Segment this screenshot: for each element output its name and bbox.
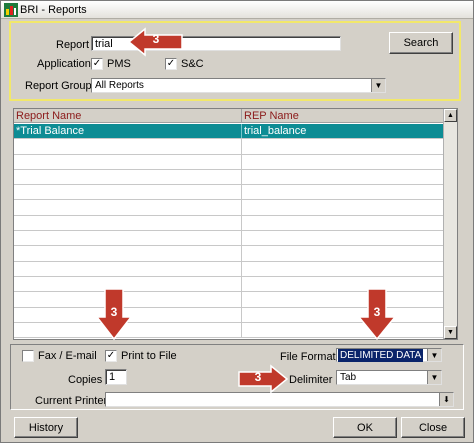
cell-report-name	[14, 200, 242, 215]
cell-report-name	[14, 139, 242, 154]
close-button[interactable]: Close	[401, 417, 465, 438]
callout-number: 3	[110, 305, 118, 319]
delimiter-select[interactable]: Tab ▼	[336, 370, 442, 385]
cell-report-name	[14, 231, 242, 246]
cell-rep-name	[242, 231, 444, 245]
pms-label: PMS	[107, 58, 131, 70]
cell-rep-name	[242, 170, 444, 184]
print-to-file-label: Print to File	[121, 350, 177, 362]
cell-report-name	[14, 261, 242, 276]
table-row[interactable]	[14, 139, 444, 155]
cell-rep-name	[242, 155, 444, 169]
window-title: BRI - Reports	[20, 4, 87, 16]
file-format-select[interactable]: DELIMITED DATA ▼	[336, 348, 442, 362]
table-row[interactable]	[14, 215, 444, 232]
cell-rep-name	[242, 200, 444, 214]
title-bar[interactable]: BRI - Reports	[1, 1, 473, 19]
fax-email-checkbox[interactable]	[22, 350, 34, 362]
table-row[interactable]: *Trial Balance trial_balance	[14, 124, 444, 140]
cell-rep-name	[242, 308, 444, 322]
cell-rep-name	[242, 277, 444, 291]
cell-rep-name	[242, 262, 444, 276]
grid-scrollbar[interactable]: ▲ ▼	[443, 109, 457, 339]
reports-window: BRI - Reports Report Search Application …	[0, 0, 474, 443]
chevron-down-icon[interactable]: ▼	[427, 349, 441, 361]
table-row[interactable]	[14, 246, 444, 262]
copies-input[interactable]	[105, 369, 127, 385]
report-group-label: Report Group	[25, 80, 92, 92]
table-row[interactable]	[14, 261, 444, 277]
report-group-value: All Reports	[95, 80, 144, 91]
scroll-down-icon[interactable]: ▼	[444, 326, 457, 339]
application-label: Application	[37, 58, 91, 70]
cell-rep-name	[242, 292, 444, 306]
app-icon	[4, 3, 18, 17]
delimiter-label: Delimiter	[289, 374, 333, 386]
scroll-up-icon[interactable]: ▲	[444, 109, 457, 122]
cell-rep-name	[242, 216, 444, 230]
pms-checkbox[interactable]: ✓	[91, 58, 103, 70]
sc-checkbox[interactable]: ✓	[165, 58, 177, 70]
column-header-report-name[interactable]: Report Name	[14, 109, 242, 123]
table-row[interactable]	[14, 154, 444, 170]
cell-report-name: *Trial Balance	[14, 124, 242, 139]
fax-email-label: Fax / E-mail	[38, 350, 97, 362]
cell-report-name	[14, 169, 242, 185]
current-printer-select[interactable]: ⬇	[105, 392, 454, 407]
table-row[interactable]	[14, 200, 444, 216]
callout-number: 3	[254, 370, 262, 384]
cell-rep-name	[242, 185, 444, 199]
cell-rep-name: trial_balance	[244, 125, 307, 137]
report-group-select[interactable]: All Reports ▼	[91, 78, 386, 93]
delimiter-value: Tab	[340, 372, 357, 383]
callout-number: 3	[152, 32, 160, 46]
cell-report-name	[14, 246, 242, 261]
grid-header: Report Name REP Name	[14, 109, 444, 123]
cell-rep-name	[242, 139, 444, 153]
ok-button[interactable]: OK	[333, 417, 397, 438]
search-button-label: Search	[403, 37, 439, 49]
ok-button-label: OK	[357, 422, 373, 434]
cell-report-name	[14, 154, 242, 169]
cell-rep-name	[242, 246, 444, 260]
file-format-label: File Format	[280, 351, 336, 363]
download-arrow-icon[interactable]: ⬇	[439, 393, 453, 406]
print-to-file-checkbox[interactable]: ✓	[105, 350, 117, 362]
cell-report-name	[14, 215, 242, 231]
close-button-label: Close	[418, 422, 448, 434]
chevron-down-icon[interactable]: ▼	[371, 79, 385, 92]
history-button-label: History	[28, 422, 64, 434]
report-label: Report	[56, 39, 90, 51]
table-row[interactable]	[14, 185, 444, 201]
cell-report-name	[14, 185, 242, 200]
copies-label: Copies	[68, 374, 103, 386]
search-button[interactable]: Search	[389, 32, 453, 54]
current-printer-label: Current Printer	[35, 395, 108, 407]
chevron-down-icon[interactable]: ▼	[427, 371, 441, 384]
callout-number: 3	[373, 305, 381, 319]
table-row[interactable]	[14, 169, 444, 186]
table-row[interactable]	[14, 231, 444, 247]
sc-label: S&C	[181, 58, 204, 70]
cell-rep-name	[242, 323, 444, 337]
history-button[interactable]: History	[14, 417, 78, 438]
file-format-value: DELIMITED DATA	[338, 349, 424, 362]
column-header-rep-name[interactable]: REP Name	[242, 109, 444, 123]
